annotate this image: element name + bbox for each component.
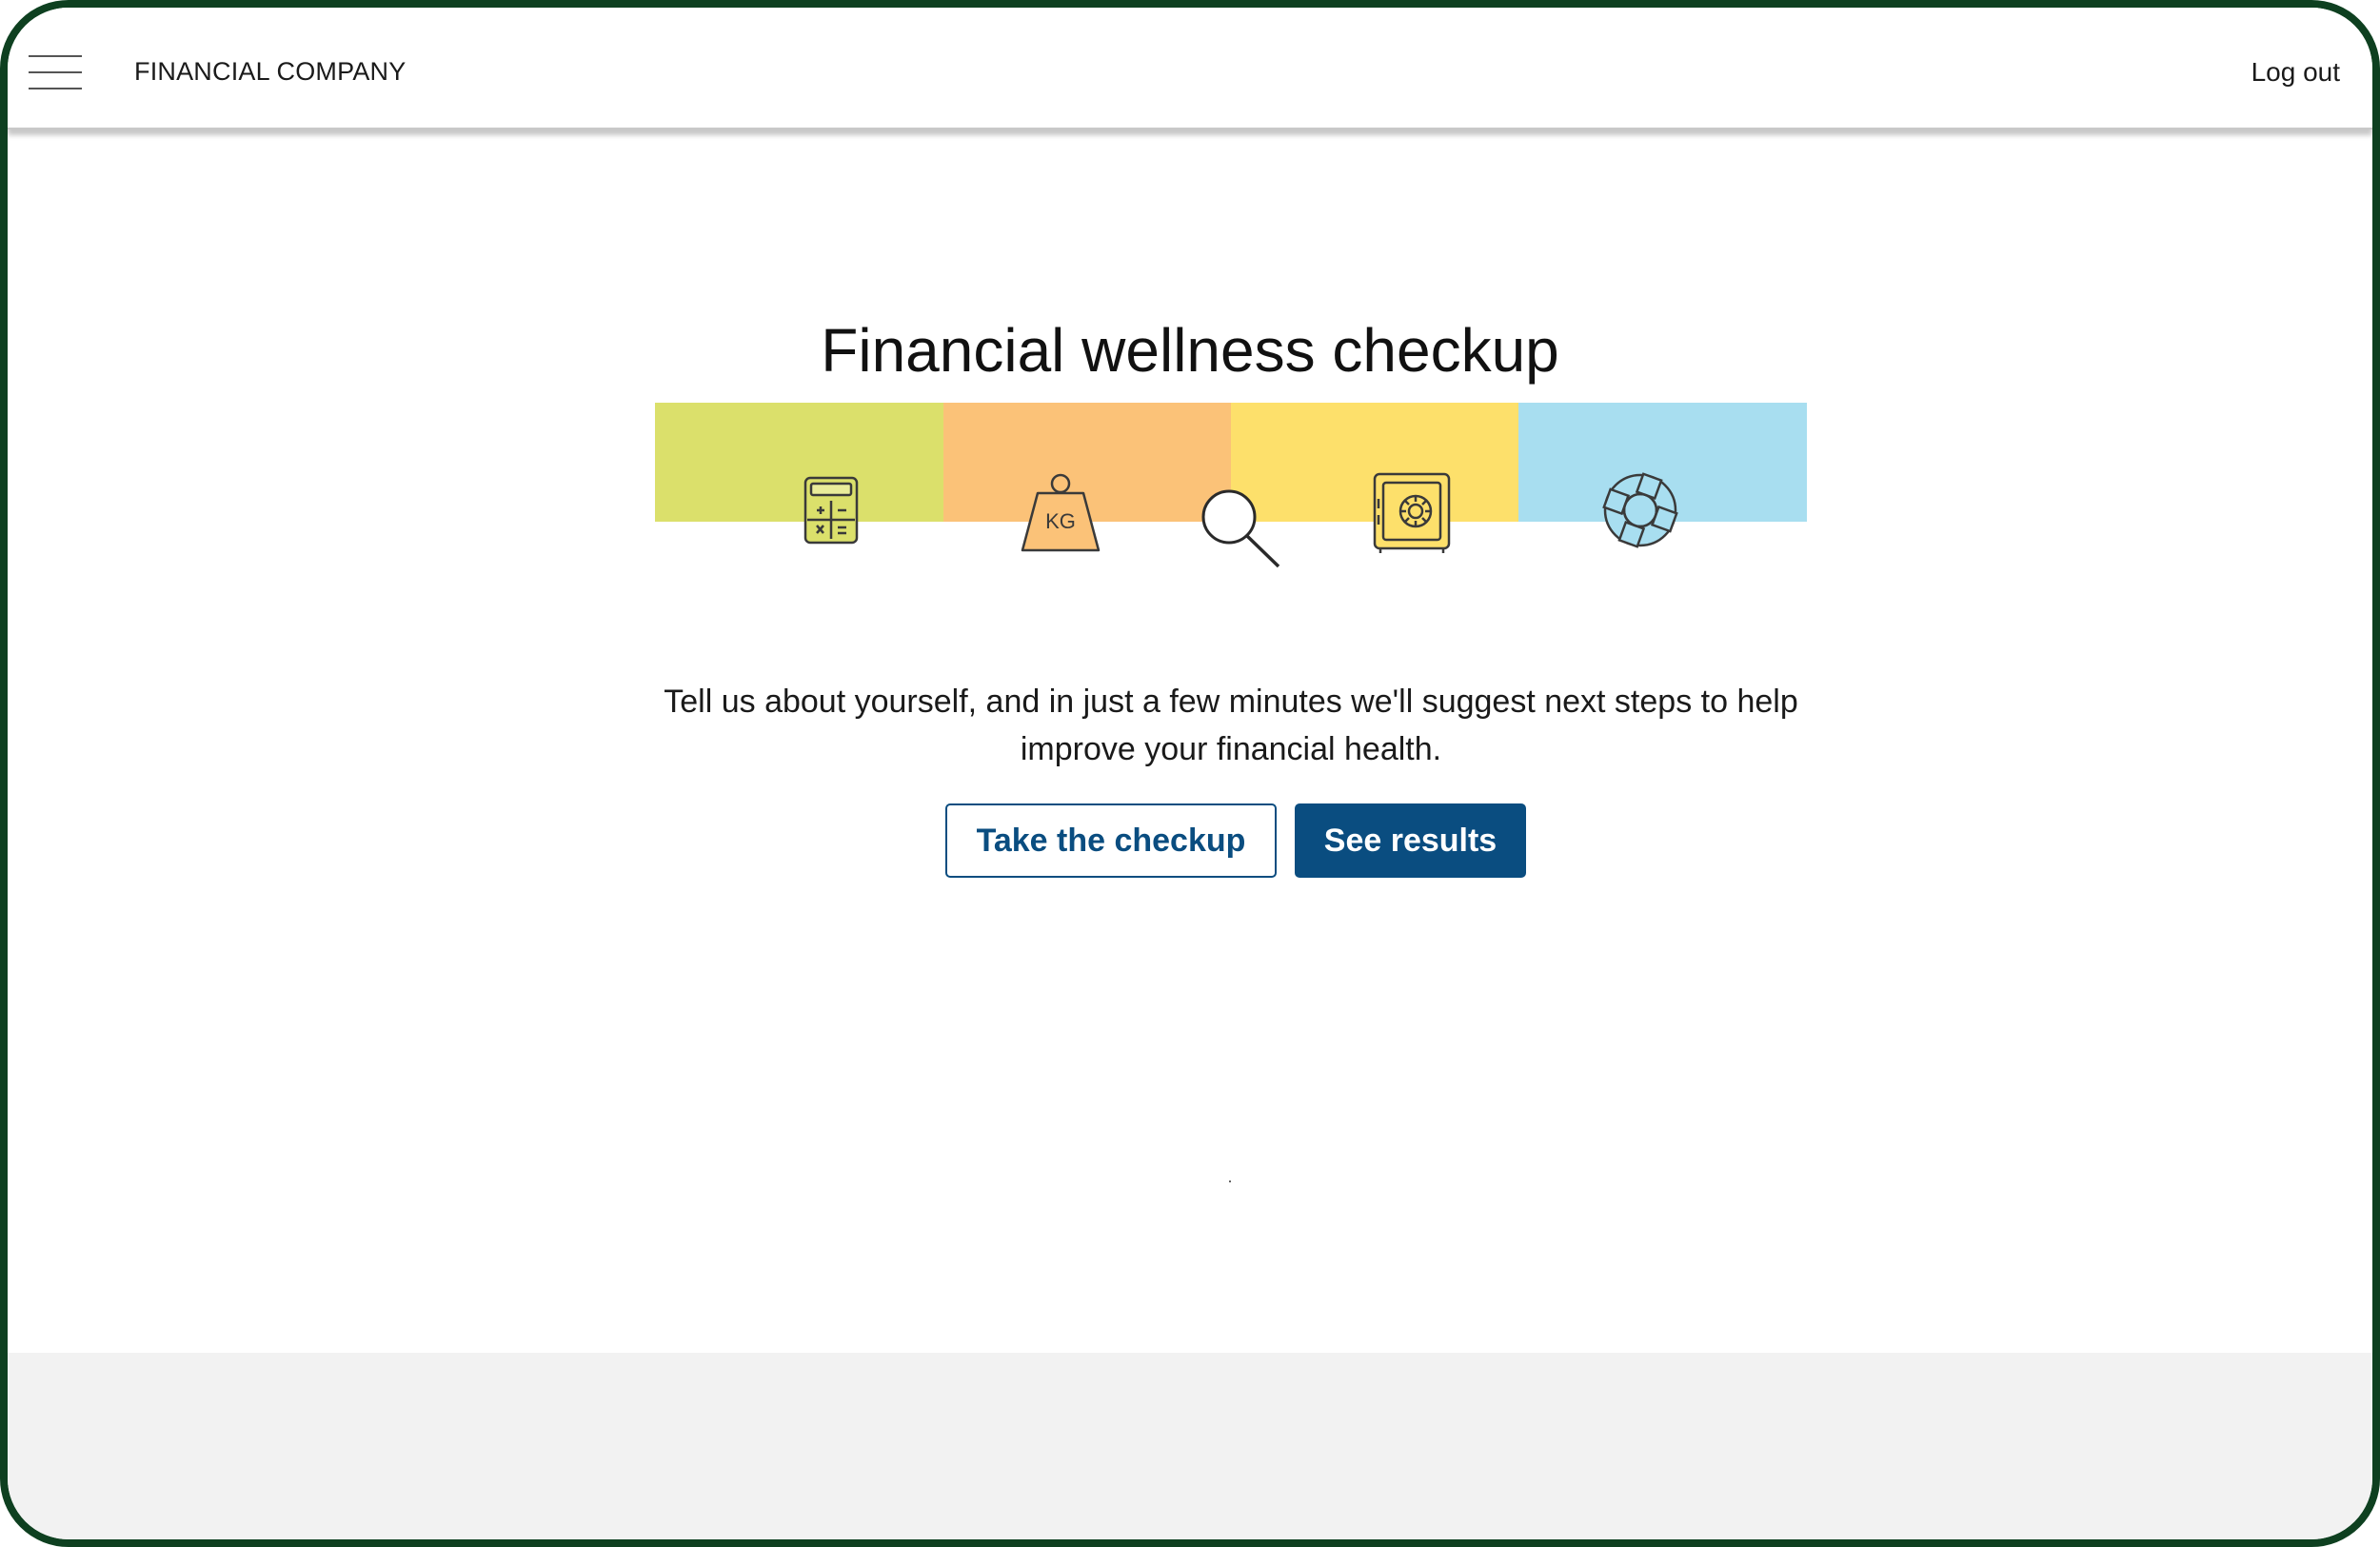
kg-weight-icon: KG [1021, 473, 1101, 552]
safe-icon [1373, 472, 1451, 553]
magnifying-glass-icon [1201, 489, 1280, 568]
see-results-button[interactable]: See results [1295, 803, 1526, 878]
intro-text-line-2: improve your financial health. [1020, 731, 1442, 767]
device-frame: FINANCIAL COMPANY Log out Financial well… [0, 0, 2380, 1547]
weight-label: KG [1045, 509, 1076, 533]
logout-link[interactable]: Log out [2251, 57, 2340, 88]
life-preserver-icon [1602, 472, 1678, 548]
brand-name: FINANCIAL COMPANY [134, 57, 407, 86]
calculator-icon [803, 476, 859, 545]
intro-text: Tell us about yourself, and in just a fe… [636, 678, 1826, 773]
top-navigation-bar: FINANCIAL COMPANY Log out [8, 8, 2372, 129]
intro-text-line-1: Tell us about yourself, and in just a fe… [664, 684, 1798, 720]
page-title: Financial wellness checkup [821, 315, 1559, 385]
checkup-banner: KG [655, 403, 1807, 579]
page-footer [8, 1353, 2372, 1539]
take-checkup-button[interactable]: Take the checkup [945, 803, 1277, 878]
hamburger-menu-icon[interactable] [29, 55, 82, 93]
loading-dot [1229, 1180, 1231, 1182]
